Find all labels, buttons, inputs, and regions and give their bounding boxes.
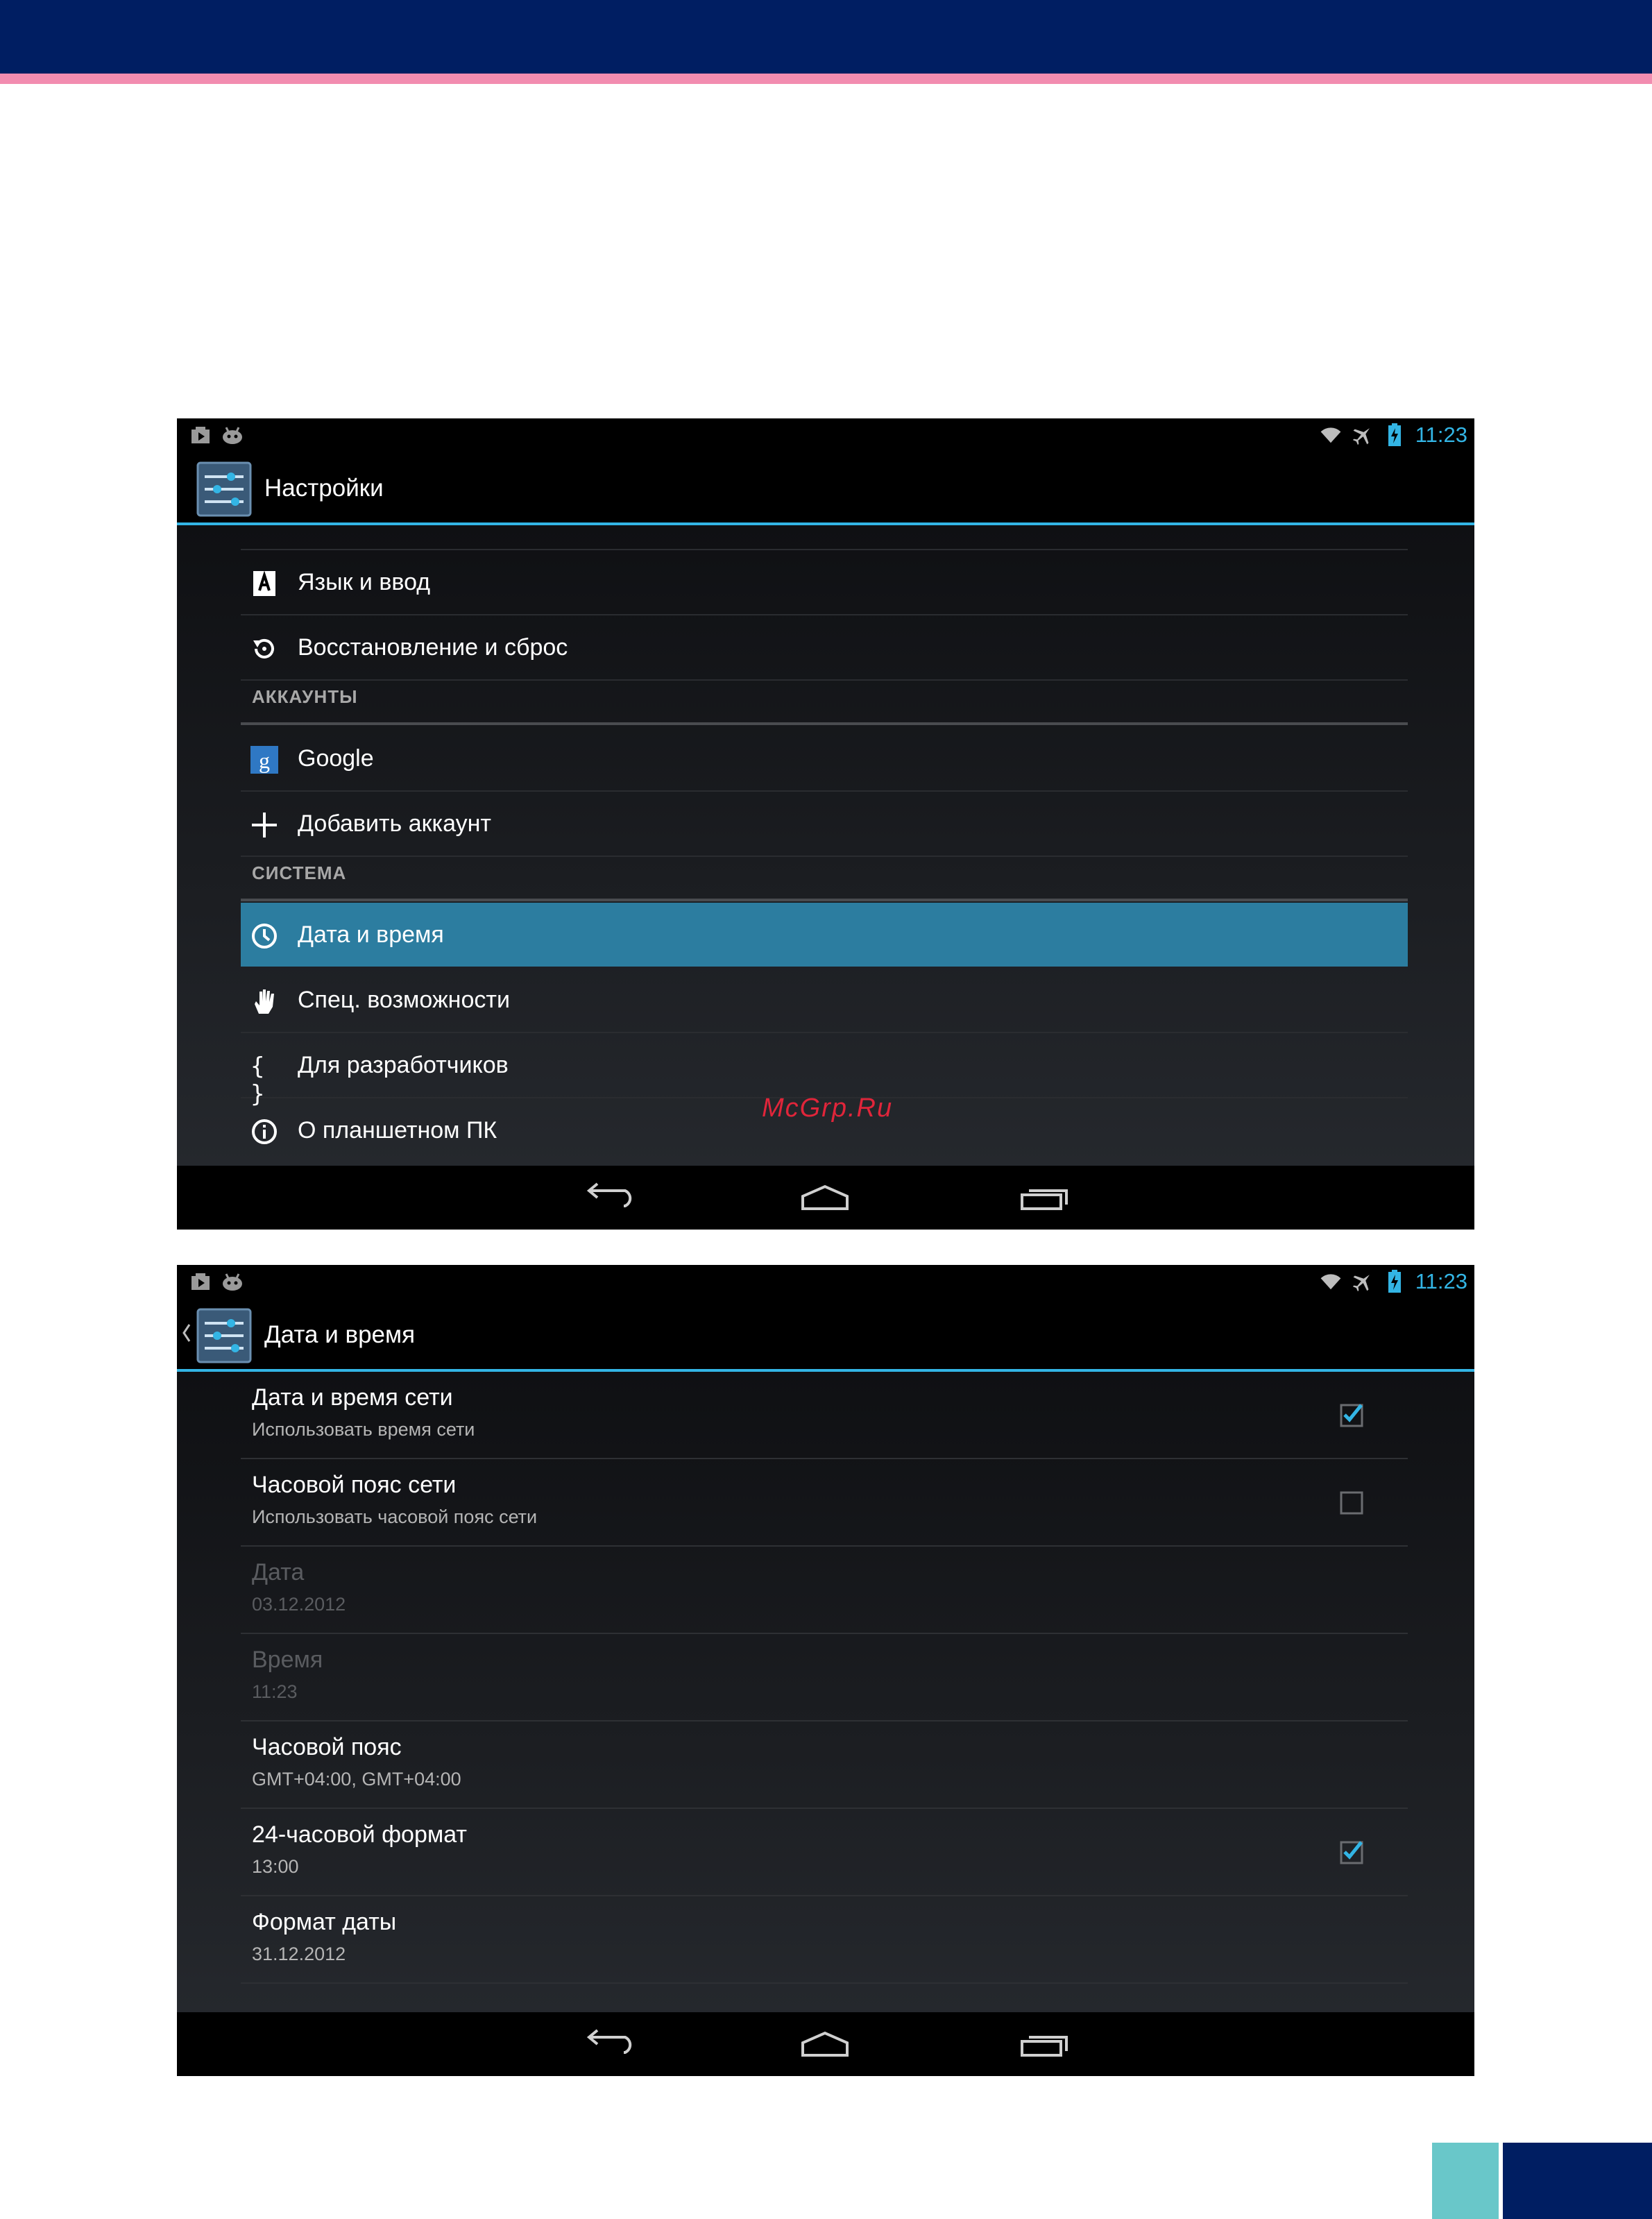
- svg-text:g: g: [259, 748, 270, 773]
- pref-timezone[interactable]: Часовой пояс GMT+04:00, GMT+04:00: [241, 1721, 1408, 1809]
- airplane-mode-icon: [1352, 424, 1374, 446]
- android-notification-icon: [221, 424, 244, 446]
- pref-network-time[interactable]: Дата и время сети Использовать время сет…: [241, 1372, 1408, 1459]
- wifi-icon: [1320, 424, 1342, 446]
- braces-icon: { }: [250, 1053, 265, 1108]
- pref-24-hour-format[interactable]: 24-часовой формат 13:00: [241, 1809, 1408, 1896]
- plus-icon: [250, 811, 278, 839]
- settings-item-label: Спец. возможности: [298, 987, 510, 1013]
- pref-date-format[interactable]: Формат даты 31.12.2012: [241, 1896, 1408, 1984]
- checkbox-checked-icon[interactable]: [1340, 1402, 1365, 1427]
- back-icon[interactable]: [582, 1177, 632, 1218]
- corner-decoration-navy: [1503, 2143, 1652, 2219]
- settings-item-google[interactable]: g Google: [241, 726, 1408, 792]
- settings-item-language[interactable]: Язык и ввод: [241, 550, 1408, 615]
- pref-summary: Использовать время сети: [252, 1419, 475, 1440]
- date-time-screenshot: 11:23 Дата и время Дата и время сети Исп…: [177, 1265, 1474, 2076]
- restore-icon: [250, 635, 278, 663]
- settings-item-label: Для разработчиков: [298, 1052, 509, 1078]
- recents-icon[interactable]: [1019, 1177, 1069, 1218]
- pref-summary: 03.12.2012: [252, 1594, 346, 1615]
- settings-item-date-time[interactable]: Дата и время: [241, 903, 1408, 967]
- home-icon[interactable]: [800, 2023, 850, 2065]
- language-icon: [250, 570, 278, 597]
- settings-item-label: О планшетном ПК: [298, 1117, 497, 1143]
- clock-icon: [250, 922, 278, 950]
- settings-item-developer[interactable]: { } Для разработчиков: [241, 1033, 1408, 1108]
- pref-summary: 31.12.2012: [252, 1944, 346, 1964]
- airplane-mode-icon: [1352, 1270, 1374, 1293]
- wifi-icon: [1320, 1270, 1342, 1293]
- battery-charging-icon: [1383, 1270, 1406, 1293]
- settings-item-label: Добавить аккаунт: [298, 810, 491, 837]
- settings-app-icon[interactable]: [196, 461, 252, 517]
- section-header-system: СИСТЕМА: [241, 857, 1408, 901]
- checkbox-unchecked-icon[interactable]: [1340, 1490, 1365, 1515]
- pref-title: Дата и время сети: [252, 1384, 453, 1411]
- settings-item-add-account[interactable]: Добавить аккаунт: [241, 792, 1408, 857]
- pref-summary: 13:00: [252, 1856, 299, 1877]
- up-chevron-icon[interactable]: [181, 1319, 191, 1347]
- pref-title: Дата: [252, 1559, 305, 1585]
- settings-item-accessibility[interactable]: Спец. возможности: [241, 968, 1408, 1033]
- corner-decoration-teal: [1432, 2143, 1499, 2219]
- google-icon: g: [250, 746, 278, 774]
- action-bar: Дата и время: [177, 1298, 1474, 1372]
- action-bar: Настройки: [177, 452, 1474, 525]
- android-notification-icon: [221, 1270, 244, 1293]
- settings-item-label: Язык и ввод: [298, 569, 431, 595]
- pref-date: Дата 03.12.2012: [241, 1547, 1408, 1634]
- settings-item-backup-reset[interactable]: Восстановление и сброс: [241, 615, 1408, 681]
- pref-network-timezone[interactable]: Часовой пояс сети Использовать часовой п…: [241, 1459, 1408, 1547]
- navigation-bar: [177, 1166, 1474, 1230]
- action-bar-title: Дата и время: [264, 1321, 416, 1348]
- media-notification-icon: [189, 424, 212, 446]
- settings-list: Язык и ввод Восстановление и сброс АККАУ…: [177, 525, 1474, 1166]
- status-bar: 11:23: [177, 418, 1474, 452]
- back-icon[interactable]: [582, 2023, 632, 2065]
- section-title: СИСТЕМА: [252, 862, 347, 883]
- navigation-bar: [177, 2012, 1474, 2076]
- status-clock: 11:23: [1415, 1269, 1467, 1293]
- info-icon: [250, 1118, 278, 1146]
- section-header-accounts: АККАУНТЫ: [241, 681, 1408, 725]
- settings-item-label: Восстановление и сброс: [298, 634, 568, 661]
- recents-icon[interactable]: [1019, 2023, 1069, 2065]
- pref-title: 24-часовой формат: [252, 1821, 467, 1848]
- status-clock: 11:23: [1415, 423, 1467, 447]
- pref-summary: GMT+04:00, GMT+04:00: [252, 1769, 461, 1789]
- page-header-stripe: [0, 74, 1652, 84]
- pref-title: Формат даты: [252, 1909, 397, 1935]
- status-bar: 11:23: [177, 1265, 1474, 1298]
- settings-item-label: Google: [298, 745, 374, 772]
- home-icon[interactable]: [800, 1177, 850, 1218]
- section-title: АККАУНТЫ: [252, 686, 358, 707]
- pref-title: Время: [252, 1647, 323, 1673]
- date-time-preferences: Дата и время сети Использовать время сет…: [177, 1372, 1474, 2012]
- checkbox-checked-icon[interactable]: [1340, 1839, 1365, 1864]
- action-bar-title: Настройки: [264, 475, 384, 502]
- battery-charging-icon: [1383, 423, 1406, 446]
- settings-app-icon[interactable]: [196, 1308, 252, 1363]
- pref-title: Часовой пояс сети: [252, 1472, 457, 1498]
- settings-item-label: Дата и время: [298, 921, 444, 948]
- media-notification-icon: [189, 1270, 212, 1293]
- pref-summary: Использовать часовой пояс сети: [252, 1506, 538, 1527]
- hand-icon: [250, 987, 278, 1015]
- pref-time: Время 11:23: [241, 1634, 1408, 1721]
- watermark: McGrp.Ru: [762, 1094, 894, 1123]
- page-header-band: [0, 0, 1652, 74]
- pref-title: Часовой пояс: [252, 1734, 402, 1760]
- pref-summary: 11:23: [252, 1681, 298, 1702]
